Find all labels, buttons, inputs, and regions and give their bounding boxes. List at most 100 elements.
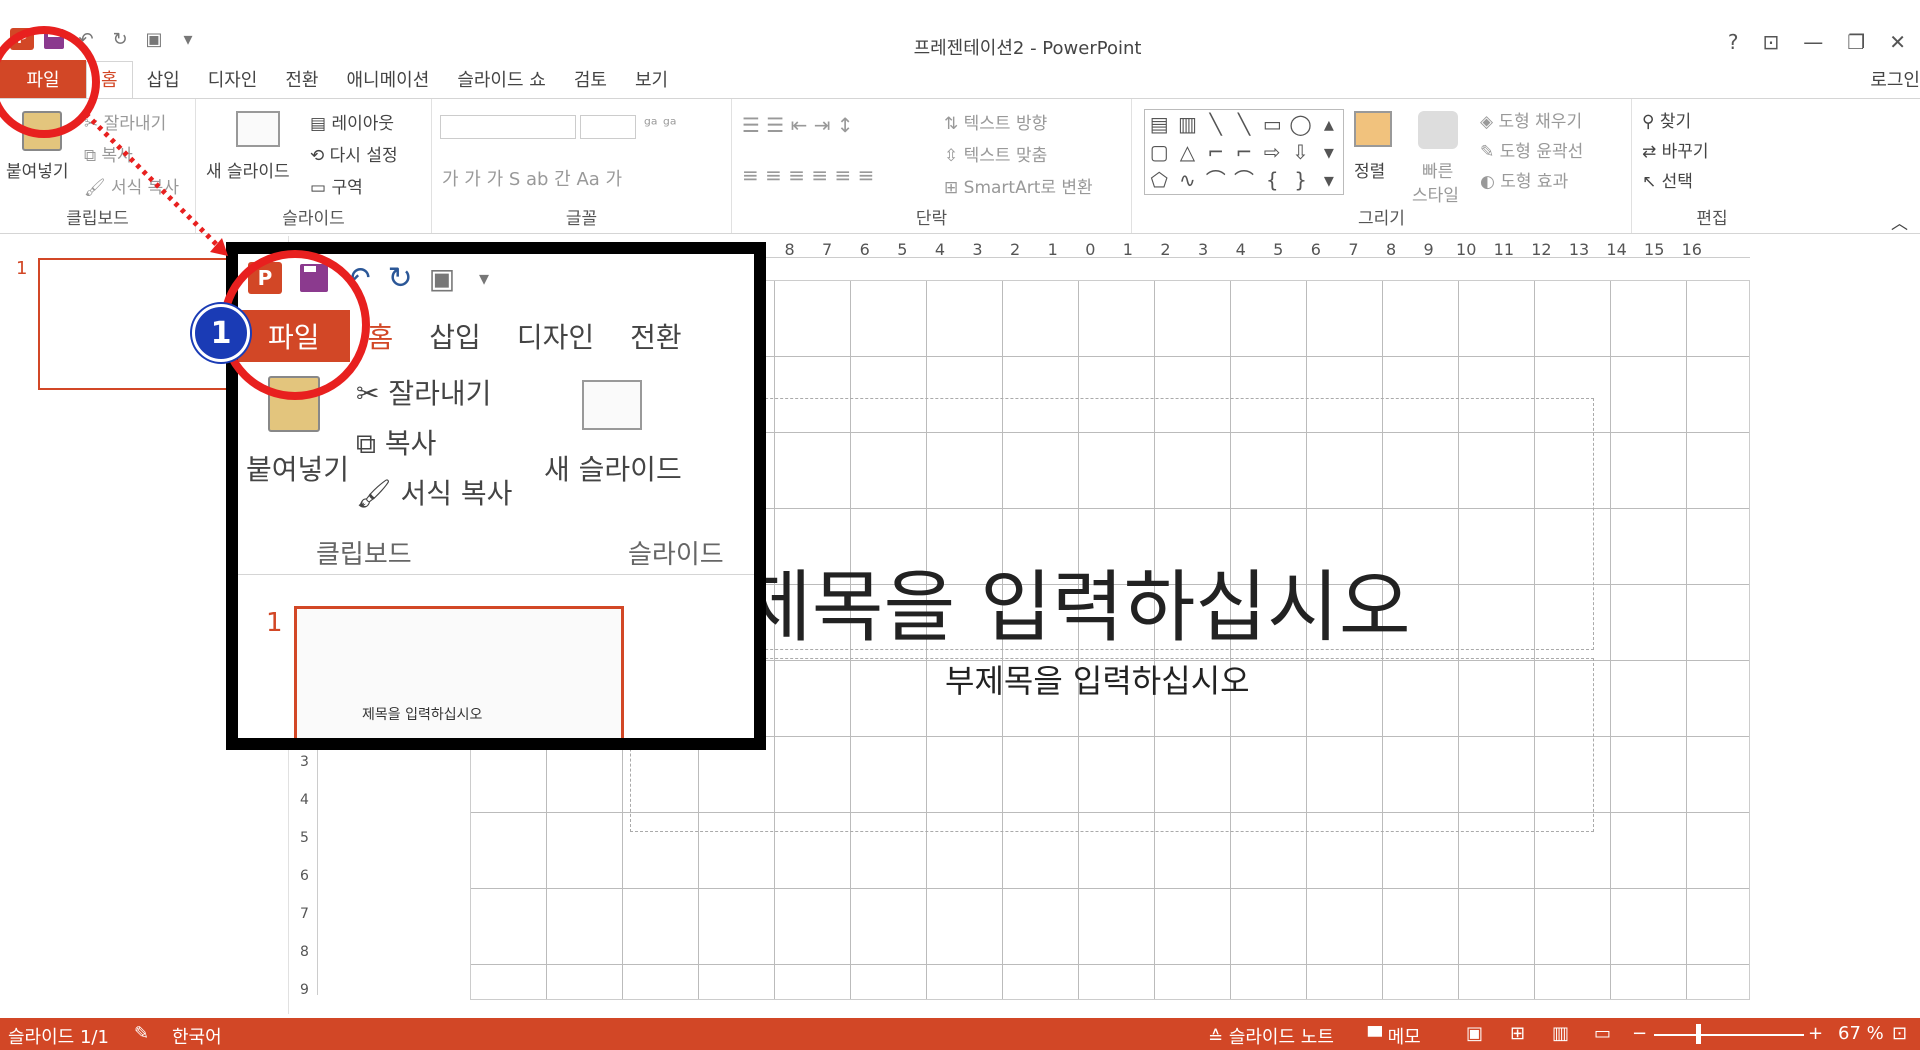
ribbon-display-options-icon[interactable]: ⊡ [1763,30,1780,54]
section-label: 구역 [331,178,363,198]
font-size-increase-icon[interactable]: ᵍᵃ ᵍᵃ [644,115,677,135]
replace-button[interactable]: ⇄ 바꾸기 [1642,137,1709,162]
smartart-button[interactable]: ⊞ SmartArt로 변환 [944,173,1093,198]
notes-button[interactable]: ≙ 슬라이드 노트 [1208,1023,1334,1049]
ruler-tick: 12 [1531,240,1552,259]
ruler-tick: 3 [300,754,309,770]
zoom-slider-track[interactable] [1654,1034,1804,1036]
normal-view-icon[interactable]: ▣ [1466,1023,1483,1044]
text-direction-button[interactable]: ⇅ 텍스트 방향 [944,109,1047,134]
ruler-tick: 6 [300,868,309,884]
select-label: 선택 [1661,172,1693,192]
zoom-level[interactable]: 67 % [1838,1023,1884,1044]
close-icon[interactable]: ✕ [1889,30,1906,54]
spelling-icon[interactable]: ✎ [134,1023,149,1044]
slideshow-view-icon[interactable]: ▭ [1594,1023,1611,1044]
font-name-combobox[interactable] [440,115,576,139]
ruler-tick: 3 [972,240,983,259]
shape-effects-icon: ◐ [1480,172,1501,192]
replace-icon: ⇄ [1642,142,1662,162]
zoomed-format-painter-icon: 🖌 [356,477,401,510]
fit-to-window-icon[interactable]: ⊡ [1892,1023,1907,1044]
ruler-tick: 4 [300,792,309,808]
zoomed-copy-label: 복사 [384,427,437,460]
font-group: ᵍᵃ ᵍᵃ 가 가 가 S ab 간 Aa 가 글꼴 [432,99,732,233]
shape-effects-label: 도형 효과 [1500,172,1569,192]
reset-button[interactable]: ⟲ 다시 설정 [310,141,398,166]
shape-effects-button[interactable]: ◐ 도형 효과 [1480,167,1568,192]
arrange-icon[interactable] [1354,111,1392,147]
tab-review[interactable]: 검토 [560,62,621,98]
slide-count: 슬라이드 1/1 [8,1027,109,1048]
ruler-tick: 0 [1085,240,1096,259]
shape-outline-label: 도형 윤곽선 [1499,142,1584,162]
shape-fill-button[interactable]: ◈ 도형 채우기 [1480,107,1582,132]
ruler-tick: 5 [1273,240,1284,259]
shape-outline-button[interactable]: ✎ 도형 윤곽선 [1480,137,1583,162]
find-button[interactable]: ⚲ 찾기 [1642,107,1691,132]
select-button[interactable]: ↖ 선택 [1642,167,1693,192]
minimize-icon[interactable]: — [1803,30,1823,54]
tab-slideshow[interactable]: 슬라이드 쇼 [443,62,560,98]
notes-label: 슬라이드 노트 [1228,1027,1334,1048]
zoomed-new-slide-label: 새 슬라이드 [544,453,682,486]
quick-styles-line1[interactable]: 빠른 [1422,157,1453,182]
zoomed-slide-thumbnail [294,606,624,738]
font-format-buttons[interactable]: 가 가 가 S ab 간 Aa 가 [442,165,622,191]
help-button[interactable]: ? [1728,30,1739,54]
ruler-tick: 5 [897,240,908,259]
zoom-slider-thumb[interactable] [1696,1024,1701,1044]
shapes-gallery[interactable]: ▤ ▥ ╲ ╲ ▭ ◯ ▴ ▢ △ ⌐ ⌐ ⇨ ⇩ ▾ ⬠ ∿ ⌒ ⌒{} ▾ [1144,109,1344,195]
binoculars-icon: ⚲ [1642,112,1660,132]
ruler-tick: 16 [1681,240,1702,259]
zoomed-clipboard-label: 클립보드 [316,540,412,570]
zoomed-redo-icon: ↻ [387,260,413,296]
list-indent-icons[interactable]: ☰ ☰ ⇤ ⇥ ↕ [742,113,854,137]
ruler-tick: 11 [1493,240,1514,259]
zoomed-copy-icon: ⧉ [356,427,385,460]
layout-button[interactable]: ▤ 레이아웃 [310,109,394,134]
cursor-icon: ↖ [1642,172,1662,192]
zoom-in-icon[interactable]: + [1808,1023,1823,1044]
drawing-group-label: 그리기 [1358,209,1405,229]
ruler-tick: 15 [1644,240,1665,259]
drawing-group: ▤ ▥ ╲ ╲ ▭ ◯ ▴ ▢ △ ⌐ ⌐ ⇨ ⇩ ▾ ⬠ ∿ ⌒ ⌒{} ▾ 정렬 빠른 스타일 ◈ 도형 채… [1132,99,1632,233]
tab-view[interactable]: 보기 [621,62,682,98]
collapse-ribbon-icon[interactable]: ︿ [1891,209,1908,234]
editing-group: ⚲ 찾기 ⇄ 바꾸기 ↖ 선택 편집 [1632,99,1792,233]
slide-sorter-icon[interactable]: ⊞ [1510,1023,1525,1044]
reset-icon: ⟲ [310,146,330,166]
title-placeholder-text[interactable]: 제목을 입력하십시오 [740,545,1411,657]
subtitle-placeholder-text[interactable]: 부제목을 입력하십시오 [945,656,1250,702]
paint-bucket-icon: ◈ [1480,112,1499,132]
ruler-tick: 9 [1423,240,1434,259]
quick-styles-line2[interactable]: 스타일 [1412,181,1459,206]
zoomed-tab-design: 디자인 [516,321,595,354]
quick-styles-icon[interactable] [1418,111,1458,149]
reading-view-icon[interactable]: ▥ [1552,1023,1569,1044]
ruler-tick: 8 [1385,240,1397,259]
font-size-combobox[interactable] [580,115,636,139]
align-text-button[interactable]: ⇳ 텍스트 맞춤 [944,141,1047,166]
font-group-label: 글꼴 [565,209,598,229]
ruler-tick: 4 [934,240,946,259]
login-link[interactable]: 로그인 [1870,66,1920,92]
tab-animations[interactable]: 애니메이션 [333,62,444,98]
zoomed-ribbon-border [238,574,754,575]
section-button[interactable]: ▭ 구역 [310,173,363,198]
ruler-tick: 7 [300,906,309,922]
restore-icon[interactable]: ❐ [1847,30,1865,54]
paragraph-group: ☰ ☰ ⇤ ⇥ ↕ ≡ ≡ ≡ ≡ ≡ ≡ ⇅ 텍스트 방향 ⇳ 텍스트 맞춤 … [732,99,1132,233]
ruler-tick: 4 [1235,240,1246,259]
zoomed-cut-label: 잘라내기 [388,377,492,410]
zoomed-tab-insert: 삽입 [429,321,481,354]
comments-button[interactable]: ▀ 메모 [1368,1023,1421,1049]
ruler-tick: 14 [1606,240,1627,259]
zoom-out-icon[interactable]: − [1632,1023,1647,1044]
align-icons[interactable]: ≡ ≡ ≡ ≡ ≡ ≡ [742,163,874,187]
align-text-label: 텍스트 맞춤 [963,146,1048,166]
arrange-button[interactable]: 정렬 [1354,157,1385,182]
pencil-icon: ✎ [1480,142,1500,162]
language-indicator[interactable]: 한국어 [172,1023,222,1049]
find-label: 찾기 [1659,112,1692,132]
